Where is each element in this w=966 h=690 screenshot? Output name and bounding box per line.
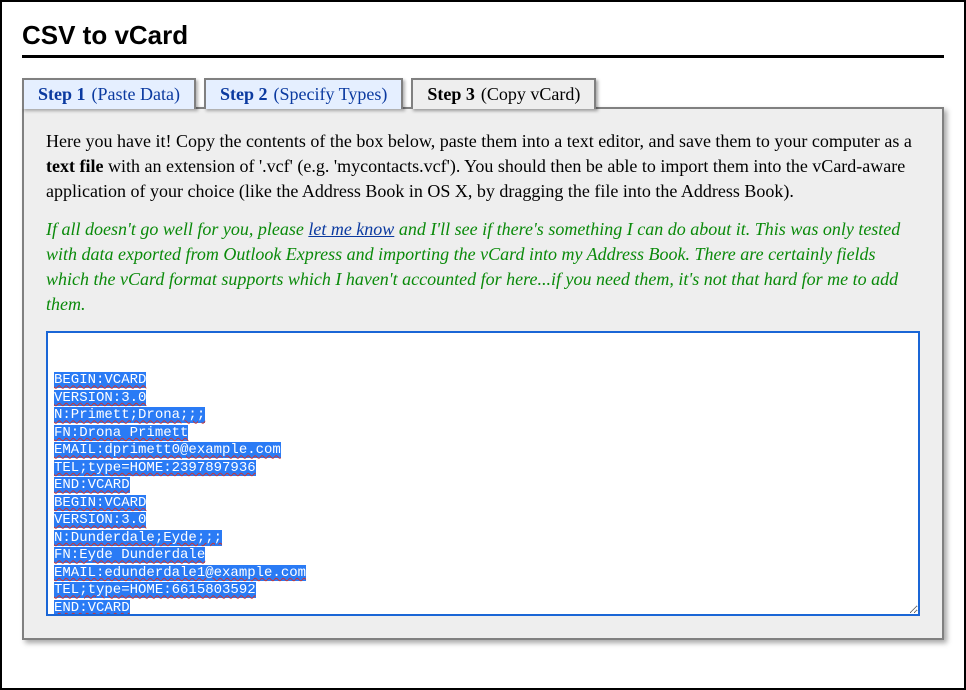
note-pre: If all doesn't go well for you, please bbox=[46, 219, 308, 239]
tab-step-3-label: (Copy vCard) bbox=[481, 84, 580, 105]
vcard-content: BEGIN:VCARD VERSION:3.0 N:Primett;Drona;… bbox=[54, 372, 912, 616]
tab-step-3-num: Step 3 bbox=[427, 84, 475, 105]
tab-step-2-label: (Specify Types) bbox=[274, 84, 388, 105]
tabs-row: Step 1 (Paste Data) Step 2 (Specify Type… bbox=[22, 78, 944, 109]
tab-step-2[interactable]: Step 2 (Specify Types) bbox=[204, 78, 403, 109]
tab-step-1[interactable]: Step 1 (Paste Data) bbox=[22, 78, 196, 109]
let-me-know-link[interactable]: let me know bbox=[308, 219, 394, 239]
step-3-panel: Here you have it! Copy the contents of t… bbox=[22, 107, 944, 640]
note-text: If all doesn't go well for you, please l… bbox=[46, 217, 920, 318]
instruction-post: with an extension of '.vcf' (e.g. 'mycon… bbox=[46, 156, 905, 201]
tab-step-3[interactable]: Step 3 (Copy vCard) bbox=[411, 78, 596, 109]
tab-step-2-num: Step 2 bbox=[220, 84, 268, 105]
instruction-text: Here you have it! Copy the contents of t… bbox=[46, 129, 920, 205]
vcard-output-textarea[interactable]: BEGIN:VCARD VERSION:3.0 N:Primett;Drona;… bbox=[46, 331, 920, 616]
instruction-pre: Here you have it! Copy the contents of t… bbox=[46, 131, 912, 151]
app-window: CSV to vCard Step 1 (Paste Data) Step 2 … bbox=[0, 0, 966, 690]
instruction-bold: text file bbox=[46, 156, 103, 176]
tab-step-1-label: (Paste Data) bbox=[92, 84, 180, 105]
page-title: CSV to vCard bbox=[22, 20, 944, 58]
tab-step-1-num: Step 1 bbox=[38, 84, 86, 105]
